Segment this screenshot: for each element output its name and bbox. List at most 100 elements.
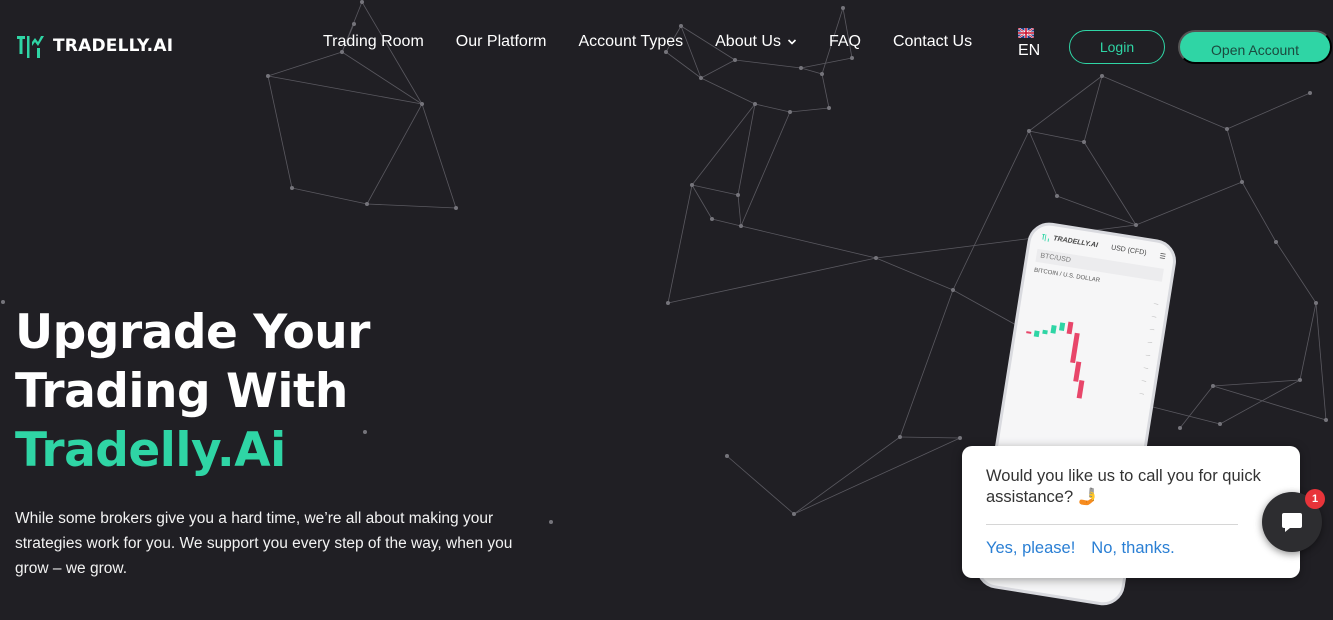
nav-account-types[interactable]: Account Types [578, 33, 683, 51]
network-line [700, 77, 756, 105]
network-node [1134, 223, 1138, 227]
network-node [266, 74, 270, 78]
nav-about-us[interactable]: About Us [715, 33, 797, 51]
network-line [1028, 130, 1058, 197]
network-node [827, 106, 831, 110]
login-button[interactable]: Login [1069, 30, 1165, 64]
network-node [736, 193, 740, 197]
network-line [1275, 241, 1317, 304]
candle [1033, 330, 1040, 338]
network-node [1240, 180, 1244, 184]
hero-title-line2: Trading With [15, 364, 348, 419]
language-code: EN [1018, 42, 1041, 59]
network-line [691, 184, 713, 220]
chat-popup: Would you like us to call you for quick … [962, 446, 1300, 578]
chat-question-text: Would you like us to call you for quick … [986, 467, 1261, 506]
network-node [699, 76, 703, 80]
phone-brand-text: TRADELLY.AI [1052, 235, 1099, 250]
network-node [1, 300, 5, 304]
hero-title-highlight: Tradelly.Ai [15, 423, 286, 478]
main-nav: Trading Room Our Platform Account Types … [323, 33, 972, 51]
network-line [291, 187, 368, 205]
phone-candlestick-chart [1026, 321, 1085, 399]
selfie-emoji-icon: 🤳 [1077, 488, 1099, 506]
network-line [899, 289, 954, 438]
network-line [875, 257, 954, 291]
network-node [1218, 422, 1222, 426]
network-line [754, 103, 791, 113]
candle [1066, 321, 1074, 335]
network-line [1083, 141, 1137, 226]
network-line [366, 203, 457, 209]
network-line [691, 103, 756, 186]
candle [1042, 329, 1048, 335]
network-node [1027, 129, 1031, 133]
network-node [1274, 240, 1278, 244]
candle [1026, 331, 1032, 334]
chat-question: Would you like us to call you for quick … [986, 466, 1276, 508]
network-node [710, 217, 714, 221]
network-line [1241, 181, 1277, 243]
network-line [1083, 75, 1103, 143]
network-node [820, 72, 824, 76]
chat-no-button[interactable]: No, thanks. [1091, 539, 1174, 558]
network-line [361, 1, 423, 105]
network-line [1179, 385, 1214, 429]
network-node [898, 435, 902, 439]
language-selector[interactable]: EN [1018, 28, 1040, 60]
phone-menu-icon: ☰ [1159, 252, 1167, 261]
network-line [1028, 75, 1103, 132]
network-node [690, 183, 694, 187]
network-line [1135, 181, 1243, 226]
network-line [700, 59, 736, 79]
chat-divider [986, 524, 1238, 525]
network-line [267, 75, 423, 105]
network-line [1226, 128, 1243, 183]
logo[interactable]: TRADELLY.AI [15, 32, 173, 60]
network-node [1308, 91, 1312, 95]
network-line [711, 218, 742, 227]
network-line [1101, 75, 1228, 130]
network-node [1055, 194, 1059, 198]
network-line [1226, 92, 1311, 130]
network-node [1082, 140, 1086, 144]
network-line [366, 103, 423, 205]
network-node [951, 288, 955, 292]
nav-contact-us[interactable]: Contact Us [893, 33, 972, 51]
network-line [667, 184, 693, 304]
network-node [1324, 418, 1328, 422]
network-line [737, 103, 756, 196]
network-line [691, 184, 739, 196]
network-line [800, 67, 823, 75]
phone-logo-icon [1042, 233, 1050, 242]
network-line [1212, 379, 1301, 387]
phone-currency: USD (CFD) [1110, 244, 1147, 257]
network-line [726, 455, 795, 515]
logo-text: TRADELLY.AI [53, 36, 174, 56]
network-line [1219, 379, 1301, 425]
network-line [734, 59, 802, 69]
network-line [1056, 195, 1137, 226]
network-node [788, 110, 792, 114]
open-account-button[interactable]: Open Account [1178, 30, 1332, 64]
network-node [454, 206, 458, 210]
candle [1076, 380, 1085, 399]
nav-faq[interactable]: FAQ [829, 33, 861, 51]
network-line [740, 225, 877, 259]
network-node [1211, 384, 1215, 388]
network-node [739, 224, 743, 228]
nav-trading-room[interactable]: Trading Room [323, 33, 424, 51]
chat-bubble-icon [1282, 513, 1302, 532]
network-line [341, 51, 423, 105]
nav-about-us-label: About Us [715, 33, 781, 50]
nav-our-platform[interactable]: Our Platform [456, 33, 547, 51]
network-line [1028, 130, 1085, 143]
network-node [1178, 426, 1182, 430]
network-node [679, 24, 683, 28]
chat-yes-button[interactable]: Yes, please! [986, 539, 1075, 558]
hero-title-line1: Upgrade Your [15, 305, 370, 360]
network-node [799, 66, 803, 70]
candle [1070, 332, 1080, 364]
network-line [1299, 302, 1317, 381]
network-node [290, 186, 294, 190]
